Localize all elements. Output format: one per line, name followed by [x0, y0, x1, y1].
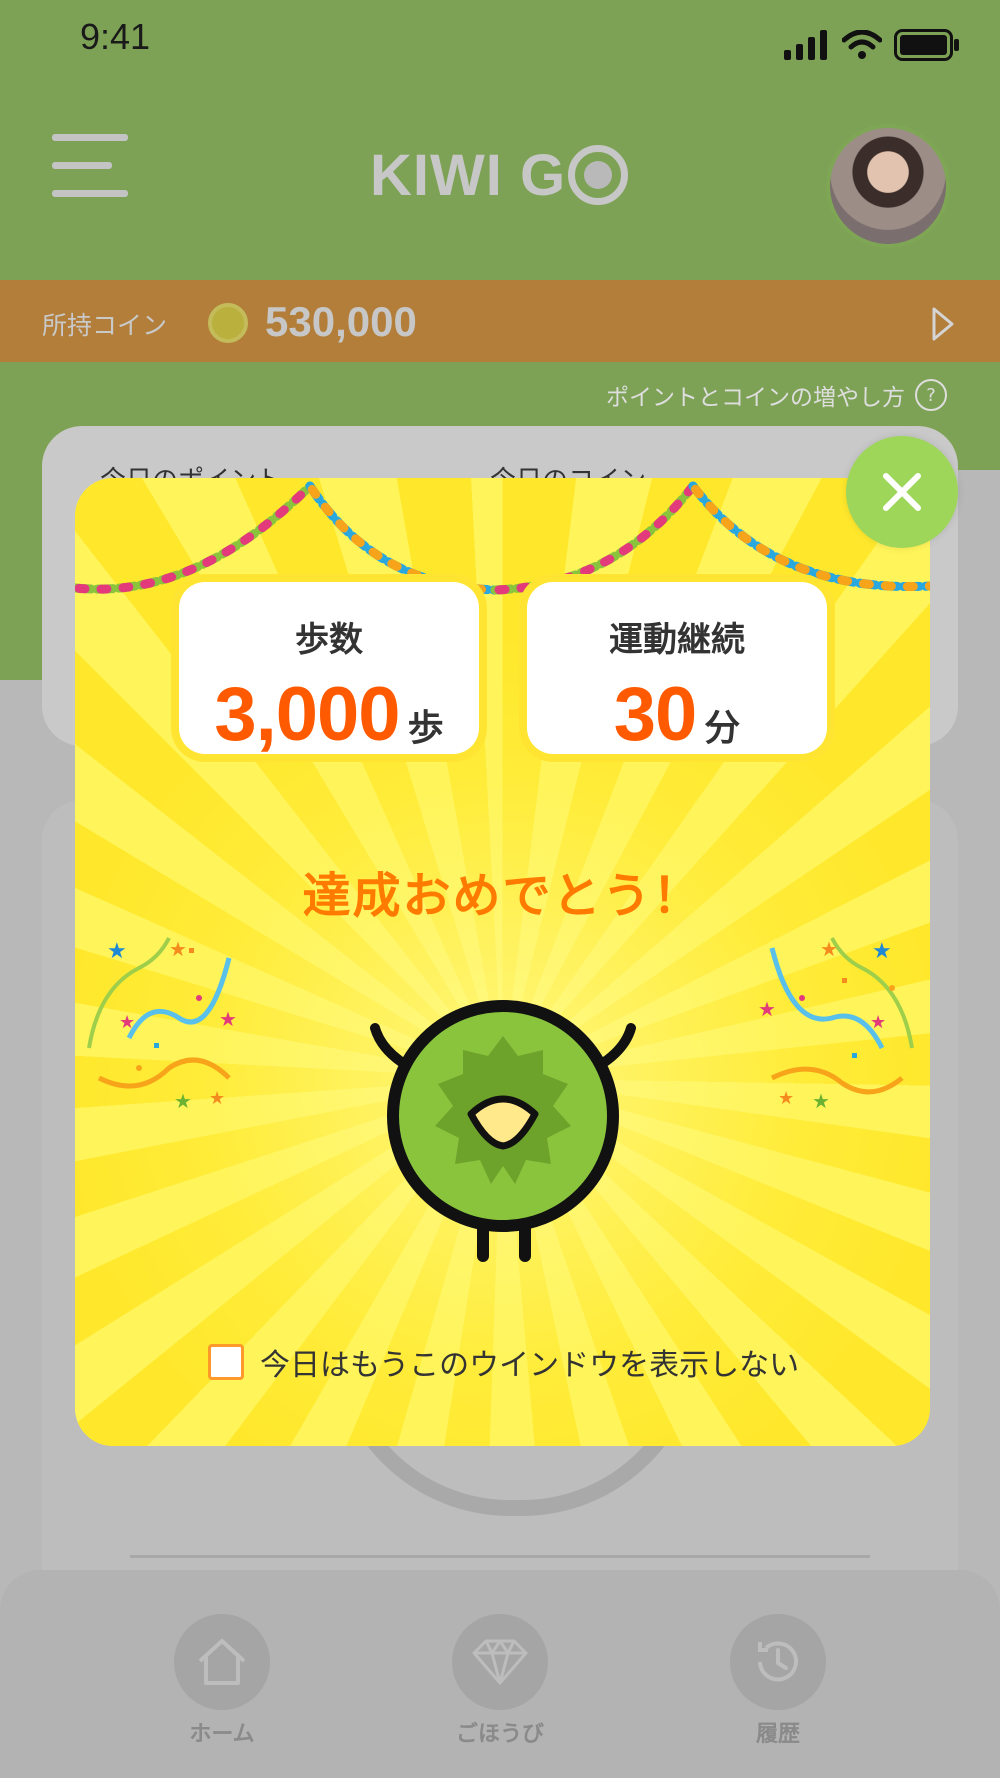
coin-icon	[208, 303, 248, 343]
signal-icon	[784, 30, 827, 60]
exercise-value: 30	[613, 672, 698, 757]
nav-history-label: 履歴	[755, 1722, 800, 1747]
svg-text:★: ★	[219, 1007, 237, 1031]
app-logo: KIWI G	[370, 140, 630, 210]
confetti-left-icon: ★ ★ ★ ★ ★ ★	[87, 937, 237, 1113]
history-icon	[730, 1614, 826, 1710]
svg-text:★: ★	[778, 1088, 794, 1109]
howto-label: ポイントとコインの増やし方	[606, 385, 905, 411]
nav-history[interactable]: 履歴	[698, 1614, 858, 1748]
confetti-right-icon: ★ ★ ★ ★ ★ ★	[758, 937, 914, 1113]
howto-link[interactable]: ポイントとコインの増やし方 ?	[606, 378, 947, 412]
exercise-title: 運動継続	[609, 620, 745, 660]
steps-unit: 歩	[407, 708, 444, 749]
svg-text:★: ★	[758, 997, 776, 1021]
dont-show-checkbox[interactable]	[208, 1344, 244, 1380]
dont-show-row[interactable]: 今日はもうこのウインドウを表示しない	[208, 1340, 799, 1384]
steps-title: 歩数	[295, 620, 363, 660]
kiwi-mascot-icon	[370, 1000, 636, 1262]
diamond-icon	[452, 1614, 548, 1710]
chevron-right-icon[interactable]	[930, 306, 956, 342]
steps-stat-card: 歩数 3,000 歩	[179, 582, 479, 757]
svg-text:★: ★	[812, 1089, 830, 1113]
exercise-unit: 分	[704, 708, 741, 749]
coin-value: 530,000	[265, 298, 417, 345]
home-icon	[174, 1614, 270, 1710]
close-icon	[883, 473, 921, 511]
nav-rewards-label: ごほうび	[455, 1722, 544, 1747]
svg-text:★: ★	[119, 1012, 135, 1033]
menu-icon[interactable]	[52, 134, 128, 198]
logo-text: KIWI G	[370, 142, 567, 208]
avatar[interactable]	[826, 124, 950, 248]
status-icons	[784, 28, 960, 62]
svg-text:★: ★	[209, 1088, 225, 1109]
close-button[interactable]	[846, 436, 958, 548]
exercise-stat-card: 運動継続 30 分	[527, 582, 827, 757]
svg-text:★: ★	[169, 937, 187, 961]
nav-home-label: ホーム	[189, 1722, 255, 1747]
steps-value: 3,000	[214, 672, 400, 757]
nav-home[interactable]: ホーム	[142, 1614, 302, 1748]
svg-text:★: ★	[107, 939, 127, 964]
logo-kiwi-o-icon	[568, 145, 629, 205]
status-time: 9:41	[80, 16, 151, 57]
dont-show-label: 今日はもうこのウインドウを表示しない	[260, 1348, 800, 1383]
svg-text:★: ★	[872, 939, 892, 964]
coin-label: 所持コイン	[42, 311, 168, 340]
nav-rewards[interactable]: ごほうび	[420, 1614, 580, 1748]
congrats-title: 達成おめでとう！	[302, 868, 703, 924]
help-icon: ?	[915, 379, 947, 411]
svg-text:★: ★	[820, 937, 838, 961]
svg-text:★: ★	[870, 1012, 886, 1033]
wifi-icon	[842, 30, 882, 59]
achievement-modal: 歩数 3,000 歩 運動継続 30 分 達成おめでとう！ ★ ★ ★ ★ ★ …	[75, 478, 930, 1446]
battery-icon	[894, 29, 959, 61]
svg-text:★: ★	[174, 1089, 192, 1113]
divider	[130, 1555, 870, 1558]
